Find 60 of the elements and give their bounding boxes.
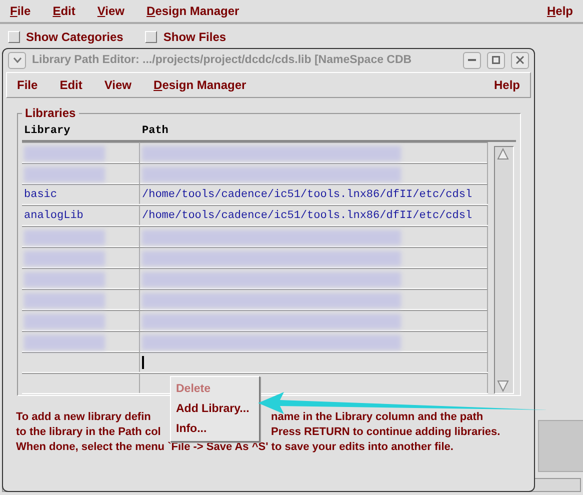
checkbox[interactable] — [145, 31, 158, 43]
table-cell[interactable] — [140, 268, 488, 290]
side-panel — [538, 420, 583, 472]
minimize-icon — [468, 59, 476, 61]
window-menu-button[interactable] — [8, 52, 26, 68]
menu-item[interactable]: Edit — [60, 78, 82, 92]
menu-item[interactable]: View — [104, 78, 132, 92]
table-cell[interactable] — [140, 331, 488, 353]
menu-item[interactable]: View — [97, 4, 125, 18]
help-text: name in the Library column and the path — [271, 410, 484, 424]
menu-item[interactable]: Help — [494, 78, 520, 92]
table-cell[interactable] — [22, 352, 140, 372]
maximize-icon — [492, 56, 500, 64]
table-cell[interactable] — [22, 373, 140, 393]
context-menu-item[interactable]: Info... — [171, 419, 259, 439]
table-cell[interactable] — [22, 247, 140, 269]
text-cursor — [142, 356, 144, 369]
menu-item[interactable]: Help — [546, 4, 573, 18]
table-cell[interactable]: /home/tools/cadence/ic51/tools.lnx86/dfII/etc/cdsl — [140, 184, 488, 204]
checkbox-label: Show Files — [163, 30, 226, 44]
help-text: To add a new library defin — [16, 410, 152, 424]
window-title: Library Path Editor: .../projects/project/dcdc/cds.lib [NameSpace CDB — [32, 54, 413, 66]
table-cell[interactable] — [140, 247, 488, 269]
close-button[interactable] — [511, 52, 529, 68]
table-cell[interactable] — [140, 142, 488, 164]
maximize-button[interactable] — [487, 52, 505, 68]
table-cell[interactable] — [22, 142, 140, 164]
column-header: Path — [141, 125, 170, 137]
menu-item[interactable]: File — [17, 78, 38, 92]
checkbox[interactable] — [8, 31, 20, 43]
column-header: Library — [23, 125, 72, 137]
menu-item[interactable]: Design Manager — [146, 4, 240, 18]
menu-item[interactable]: File — [10, 4, 31, 18]
table-cell[interactable] — [140, 226, 488, 248]
table-cell[interactable] — [140, 310, 488, 332]
group-title: Libraries — [24, 106, 77, 120]
table-cell[interactable] — [22, 268, 140, 290]
close-icon — [516, 56, 524, 64]
table-cell[interactable] — [22, 289, 140, 311]
down-arrow-icon[interactable] — [495, 379, 511, 393]
table-cell[interactable]: basic — [22, 184, 140, 204]
help-text: Press RETURN to continue adding libraries. — [271, 425, 502, 439]
minimize-button[interactable] — [463, 52, 481, 68]
table-cell[interactable] — [22, 226, 140, 248]
table-cell[interactable] — [22, 163, 140, 185]
help-text: to the library in the Path col — [16, 425, 162, 439]
table-cell[interactable]: /home/tools/cadence/ic51/tools.lnx86/dfII/etc/cdsl — [140, 205, 488, 225]
table-cell[interactable] — [140, 352, 488, 372]
up-arrow-icon[interactable] — [495, 147, 511, 161]
table-cell[interactable] — [140, 289, 488, 311]
checkbox-label: Show Categories — [26, 30, 124, 44]
table-cell[interactable] — [22, 310, 140, 332]
table-cell[interactable] — [22, 331, 140, 353]
vertical-scrollbar[interactable] — [494, 146, 514, 394]
menu-item[interactable]: Design Manager — [154, 78, 246, 92]
menu-item[interactable]: Edit — [52, 4, 76, 18]
table-cell[interactable]: analogLib — [22, 205, 140, 225]
chevron-down-icon — [12, 57, 22, 63]
table-cell[interactable] — [140, 163, 488, 185]
context-menu-item[interactable]: Add Library... — [171, 399, 259, 419]
